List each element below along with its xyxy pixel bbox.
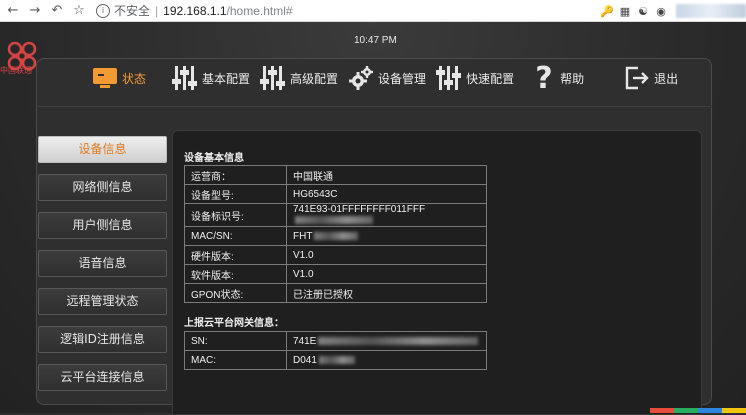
row-key: SN: [184,331,287,351]
content-panel: 设备基本信息 运营商： 中国联通 设备型号: HG6543C 设备标识号: 74… [172,130,702,415]
sidebar: 设备信息 网络侧信息 用户侧信息 语音信息 远程管理状态 逻辑ID注册信息 云平… [38,136,167,402]
tab-quick-config[interactable]: 快速配置 [436,65,514,91]
sidebar-item-network-info[interactable]: 网络侧信息 [38,174,167,201]
row-value: 741E93-01FFFFFFFF011FFF [286,203,487,227]
row-value: 中国联通 [286,165,487,185]
bookmark-star-icon[interactable]: ☆ [68,0,90,22]
mac-sn-value: FHT [293,230,313,242]
tab-logout-label: 退出 [654,71,679,86]
svg-text:?: ? [535,63,552,93]
profile-area[interactable] [676,4,746,18]
tab-status[interactable]: 状态 [92,67,146,89]
forward-icon[interactable]: → [24,0,46,22]
browser-toolbar: ← → ↶ ☆ i 不安全 | 192.168.1.1/home.html# 🔑… [0,0,746,22]
extension-icon[interactable]: ◉ [652,5,670,18]
row-key: MAC: [184,350,287,370]
taskbar-accent [650,408,746,413]
url-host: 192.168.1.1 [163,3,227,18]
device-id-value: 741E93-01FFFFFFFF011FFF [293,204,426,215]
top-nav: 状态 基本配置 高级配置 设备管理 快速配置 ? 帮助 退出 [54,60,688,96]
key-icon[interactable]: 🔑 [598,5,616,18]
cloud-mac-value: D041 [293,354,317,366]
tab-device-management[interactable]: 设备管理 [348,65,426,91]
translate-icon[interactable]: ☯ [634,5,652,18]
tab-help[interactable]: ? 帮助 [532,63,584,93]
row-key: 设备标识号: [184,203,287,227]
sidebar-item-logical-id[interactable]: 逻辑ID注册信息 [38,326,167,353]
row-value: 已注册已授权 [286,283,487,303]
row-key: 运营商： [184,165,287,185]
exit-icon [625,66,649,90]
row-value: V1.0 [286,264,487,284]
table-row: GPON状态: 已注册已授权 [184,283,487,303]
table-row: 设备型号: HG6543C [184,184,487,204]
reload-icon[interactable]: ↶ [46,0,68,22]
address-separator: | [155,3,159,18]
row-value: 741E [286,331,487,351]
row-key: GPON状态: [184,283,287,303]
back-icon[interactable]: ← [2,0,24,22]
row-key: 软件版本: [184,264,287,284]
info-icon[interactable]: i [96,3,110,18]
row-value: HG6543C [286,184,487,204]
tab-advanced-config[interactable]: 高级配置 [260,65,338,91]
tab-status-label: 状态 [122,71,147,86]
table-row: 软件版本: V1.0 [184,264,487,284]
sidebar-item-voice-info[interactable]: 语音信息 [38,250,167,277]
row-key: 硬件版本: [184,245,287,265]
table-row: 硬件版本: V1.0 [184,245,487,265]
sliders-icon [172,66,198,90]
basic-info-table: 运营商： 中国联通 设备型号: HG6543C 设备标识号: 741E93-01… [184,165,487,303]
sidebar-item-remote-management[interactable]: 远程管理状态 [38,288,167,315]
cloud-info-table: SN: 741E MAC: D041 [184,331,487,370]
table-row: MAC/SN: FHT [184,226,487,246]
qr-icon[interactable]: ▦ [616,5,634,18]
tab-logout[interactable]: 退出 [624,65,678,91]
gear-icon [349,66,374,90]
cloud-sn-value: 741E [293,335,317,347]
logo-text: 中国联通 [0,66,32,75]
address-bar[interactable]: i 不安全 | 192.168.1.1/home.html# [96,0,293,22]
basic-info-title: 设备基本信息 [184,153,244,164]
help-icon: ? [535,63,552,93]
redacted-area [295,216,373,225]
clock-time: 10:47 PM [354,35,397,46]
url-path: /home.html# [226,3,293,18]
tab-basic-config[interactable]: 基本配置 [172,65,250,91]
tab-device-management-label: 设备管理 [378,71,427,86]
tab-help-label: 帮助 [560,71,585,86]
nav-divider [36,106,712,107]
table-row: MAC: D041 [184,350,487,370]
row-value: V1.0 [286,245,487,265]
row-value: D041 [286,350,487,370]
redacted-area [314,231,359,240]
sidebar-item-device-info[interactable]: 设备信息 [38,136,167,163]
cloud-info-title: 上报云平台网关信息： [184,318,284,329]
tab-advanced-config-label: 高级配置 [290,71,339,86]
table-row: SN: 741E [184,331,487,351]
tab-quick-config-label: 快速配置 [466,71,515,86]
tab-basic-config-label: 基本配置 [202,71,251,86]
sidebar-item-user-info[interactable]: 用户侧信息 [38,212,167,239]
redacted-area [318,355,355,364]
insecure-label: 不安全 [114,4,151,18]
row-key: 设备型号: [184,184,287,204]
row-key: MAC/SN: [184,226,287,246]
table-row: 设备标识号: 741E93-01FFFFFFFF011FFF [184,203,487,227]
sliders-icon [260,66,286,90]
sidebar-item-cloud-connection[interactable]: 云平台连接信息 [38,364,167,391]
redacted-area [318,336,479,345]
table-row: 运营商： 中国联通 [184,165,487,185]
sliders-icon [436,66,462,90]
row-value: FHT [286,226,487,246]
monitor-icon [93,68,117,88]
